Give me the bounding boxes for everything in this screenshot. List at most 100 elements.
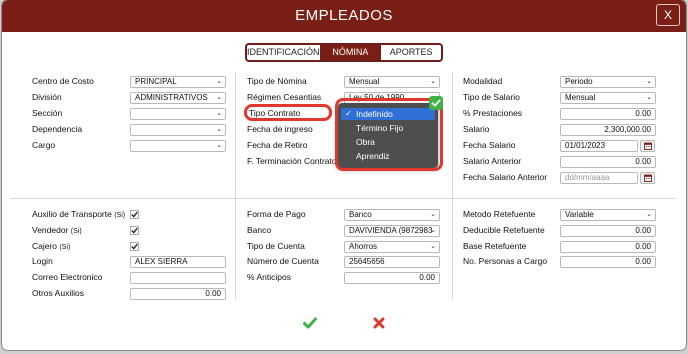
tipo-cuenta-select[interactable]: Ahorros ⌄ — [344, 241, 440, 253]
accept-button[interactable] — [302, 315, 318, 331]
tipo-cuenta-label: Tipo de Cuenta — [247, 241, 305, 251]
salario-anterior-input[interactable]: 0.00 — [560, 156, 656, 168]
tipo-cuenta-value: Ahorros — [349, 242, 378, 251]
chevron-down-icon: ⌄ — [430, 227, 436, 234]
tab-nomina[interactable]: NÓMINA — [319, 45, 381, 60]
check-icon — [130, 210, 139, 219]
seccion-select[interactable]: ⌄ — [130, 108, 226, 120]
empleados-dialog: EMPLEADOS X IDENTIFICACIÓN NÓMINA APORTE… — [2, 0, 686, 350]
modalidad-value: Periodo — [565, 77, 593, 86]
section-divider — [10, 198, 676, 199]
seccion-label: Sección — [32, 108, 63, 118]
cajero-suffix: (Si) — [59, 244, 71, 251]
cancel-button[interactable] — [371, 315, 387, 331]
auxilio-transporte-suffix: (Si) — [114, 212, 126, 219]
fecha-retiro-label: Fecha de Retiro — [247, 140, 308, 150]
prestaciones-input[interactable]: 0.00 — [560, 108, 656, 120]
calendar-button[interactable] — [640, 172, 655, 184]
metodo-retefuente-label: Metodo Retefuente — [463, 209, 536, 219]
chevron-down-icon: ⌄ — [216, 94, 222, 101]
base-retefuente-input[interactable]: 0.00 — [560, 241, 656, 253]
x-icon — [373, 317, 385, 329]
banco-select[interactable]: DAVIVIENDA (9872983 ⌄ — [344, 225, 440, 237]
deducible-retefuente-label: Deducible Retefuente — [463, 225, 545, 235]
check-icon — [130, 226, 139, 235]
column-divider — [452, 72, 453, 300]
close-button[interactable]: X — [656, 4, 680, 26]
modalidad-select[interactable]: Periodo ⌄ — [560, 76, 656, 88]
dropdown-highlight — [335, 98, 443, 171]
correo-input[interactable] — [130, 272, 226, 284]
chevron-down-icon: ⌄ — [216, 142, 222, 149]
anticipos-label: % Anticipos — [247, 272, 291, 282]
chevron-down-icon: ⌄ — [646, 211, 652, 218]
fecha-salario-anterior-label: Fecha Salario Anterior — [463, 172, 548, 182]
tipo-contrato-highlight — [244, 104, 332, 121]
metodo-retefuente-value: Variable — [565, 210, 594, 219]
fecha-salario-label: Fecha Salario — [463, 140, 516, 150]
dependencia-select[interactable]: ⌄ — [130, 124, 226, 136]
fecha-ingreso-label: Fecha de ingreso — [247, 124, 313, 134]
auxilio-transporte-label: Auxilio de Transporte (Si) — [32, 209, 125, 219]
tab-aportes[interactable]: APORTES — [380, 45, 441, 60]
chevron-down-icon: ⌄ — [216, 110, 222, 117]
check-icon — [130, 242, 139, 251]
title-bar: EMPLEADOS X — [2, 0, 686, 32]
fecha-terminacion-label: F. Terminación Contrato — [247, 156, 337, 166]
numero-cuenta-label: Número de Cuenta — [247, 256, 319, 266]
login-input[interactable]: ALEX SIERRA — [130, 256, 226, 268]
cajero-label: Cajero (Si) — [32, 241, 70, 251]
anticipos-input[interactable]: 0.00 — [344, 272, 440, 284]
chevron-down-icon: ⌄ — [430, 211, 436, 218]
centro-costo-select[interactable]: PRINCIPAL ⌄ — [130, 76, 226, 88]
modalidad-label: Modalidad — [463, 76, 503, 86]
tipo-nomina-select[interactable]: Mensual ⌄ — [344, 76, 440, 88]
chevron-down-icon: ⌄ — [646, 94, 652, 101]
vendedor-checkbox[interactable] — [130, 226, 139, 235]
fecha-salario-anterior-input[interactable]: dd/mm/aaaa — [560, 172, 638, 184]
chevron-down-icon: ⌄ — [430, 78, 436, 85]
correo-label: Correo Electronico — [32, 272, 103, 282]
chevron-down-icon: ⌄ — [216, 78, 222, 85]
cargo-select[interactable]: ⌄ — [130, 140, 226, 152]
division-select[interactable]: ADMINISTRATIVOS ⌄ — [130, 92, 226, 104]
prestaciones-label: % Prestaciones — [463, 108, 523, 118]
tab-identificacion[interactable]: IDENTIFICACIÓN — [247, 45, 320, 60]
vendedor-label: Vendedor (Si) — [32, 225, 82, 235]
column-divider — [235, 72, 236, 300]
personas-cargo-label: No. Personas a Cargo — [463, 256, 548, 266]
metodo-retefuente-select[interactable]: Variable ⌄ — [560, 209, 656, 221]
chevron-down-icon: ⌄ — [216, 126, 222, 133]
forma-pago-label: Forma de Pago — [247, 209, 306, 219]
personas-cargo-input[interactable]: 0.00 — [560, 256, 656, 268]
forma-pago-select[interactable]: Banco ⌄ — [344, 209, 440, 221]
tipo-salario-select[interactable]: Mensual ⌄ — [560, 92, 656, 104]
tipo-salario-value: Mensual — [565, 93, 596, 102]
vendedor-text: Vendedor — [32, 225, 69, 235]
otros-auxilios-label: Otros Auxilios — [32, 288, 84, 298]
login-label: Login — [32, 256, 53, 266]
cargo-label: Cargo — [32, 140, 56, 150]
regimen-cesantias-label: Régimen Cesantias — [247, 92, 322, 102]
dialog-title: EMPLEADOS — [295, 7, 393, 24]
calendar-button[interactable] — [640, 140, 655, 152]
fecha-salario-input[interactable]: 01/01/2023 — [560, 140, 638, 152]
tipo-salario-label: Tipo de Salario — [463, 92, 520, 102]
salario-anterior-label: Salario Anterior — [463, 156, 522, 166]
auxilio-transporte-checkbox[interactable] — [130, 210, 139, 219]
salario-input[interactable]: 2,300,000.00 — [560, 124, 656, 136]
dependencia-label: Dependencia — [32, 124, 83, 134]
vendedor-suffix: (Si) — [70, 228, 82, 235]
numero-cuenta-input[interactable]: 25645656 — [344, 256, 440, 268]
division-label: División — [32, 92, 62, 102]
salario-label: Salario — [463, 124, 490, 134]
check-badge-icon — [429, 96, 443, 110]
banco-label: Banco — [247, 225, 272, 235]
otros-auxilios-input[interactable]: 0.00 — [130, 288, 226, 300]
tab-bar: IDENTIFICACIÓN NÓMINA APORTES — [245, 43, 443, 62]
chevron-down-icon: ⌄ — [646, 78, 652, 85]
deducible-retefuente-input[interactable]: 0.00 — [560, 225, 656, 237]
auxilio-transporte-text: Auxilio de Transporte — [32, 209, 112, 219]
centro-costo-label: Centro de Costo — [32, 76, 94, 86]
cajero-checkbox[interactable] — [130, 242, 139, 251]
